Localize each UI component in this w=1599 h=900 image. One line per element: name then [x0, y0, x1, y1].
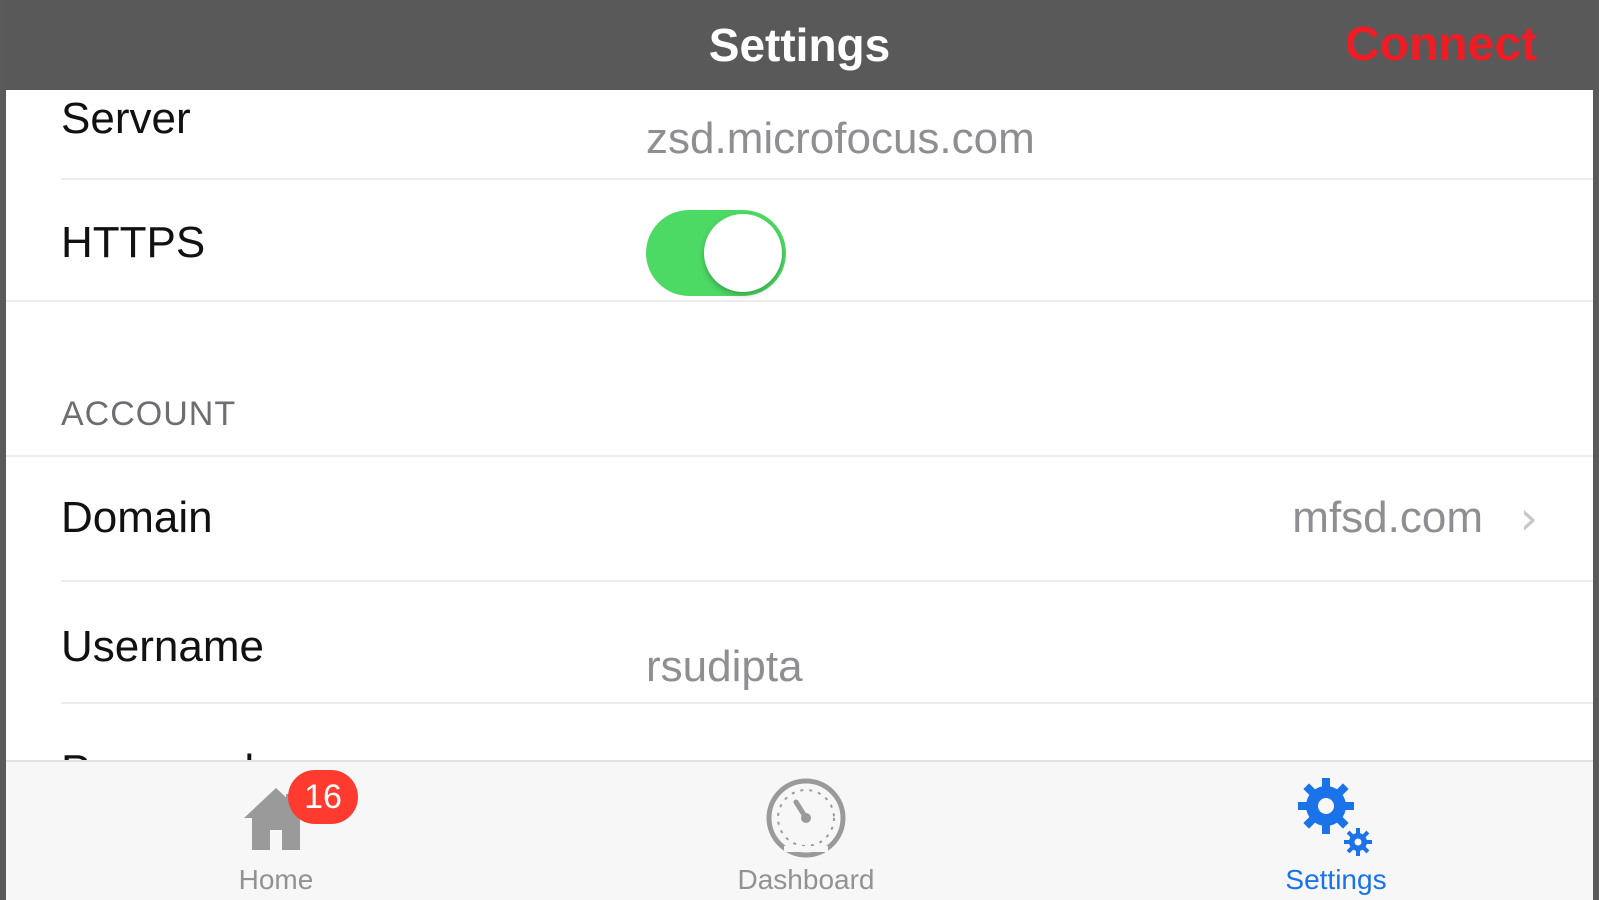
tab-settings[interactable]: Settings	[1216, 762, 1456, 900]
tab-home-label: Home	[238, 864, 314, 895]
password-label: Password	[61, 746, 254, 760]
connect-button[interactable]: Connect	[1345, 0, 1537, 90]
username-field[interactable]: rsudipta	[646, 642, 803, 692]
https-label: HTTPS	[61, 218, 206, 267]
server-row[interactable]: Server zsd.microfocus.com	[6, 90, 1593, 180]
https-row: HTTPS	[6, 180, 1593, 300]
chevron-right-icon: ›	[1519, 491, 1538, 545]
domain-label: Domain	[61, 493, 213, 542]
navigation-bar: Settings Connect	[6, 0, 1593, 90]
username-row[interactable]: Username rsudipta	[6, 582, 1593, 702]
settings-screen: Settings Connect Server zsd.microfocus.c…	[0, 0, 1599, 900]
tab-bar: Home Dashboard Settings	[6, 760, 1593, 900]
dashboard-gauge-icon	[766, 778, 846, 858]
username-label: Username	[61, 622, 264, 671]
toggle-knob	[704, 214, 782, 292]
tab-dashboard-label: Dashboard	[737, 864, 875, 895]
server-field[interactable]: zsd.microfocus.com	[646, 114, 1035, 164]
settings-gears-icon	[1298, 778, 1372, 856]
domain-value: mfsd.com	[1292, 493, 1483, 542]
notification-badge: 16	[288, 770, 358, 824]
account-section-header: ACCOUNT	[61, 395, 237, 433]
https-toggle[interactable]	[646, 210, 786, 296]
section-separator	[6, 300, 1593, 302]
tab-settings-label: Settings	[1285, 864, 1387, 895]
tab-dashboard[interactable]: Dashboard	[686, 762, 926, 900]
password-row[interactable]: Password	[6, 704, 1593, 760]
domain-row[interactable]: Domain mfsd.com	[6, 457, 1593, 577]
server-label: Server	[61, 94, 191, 143]
